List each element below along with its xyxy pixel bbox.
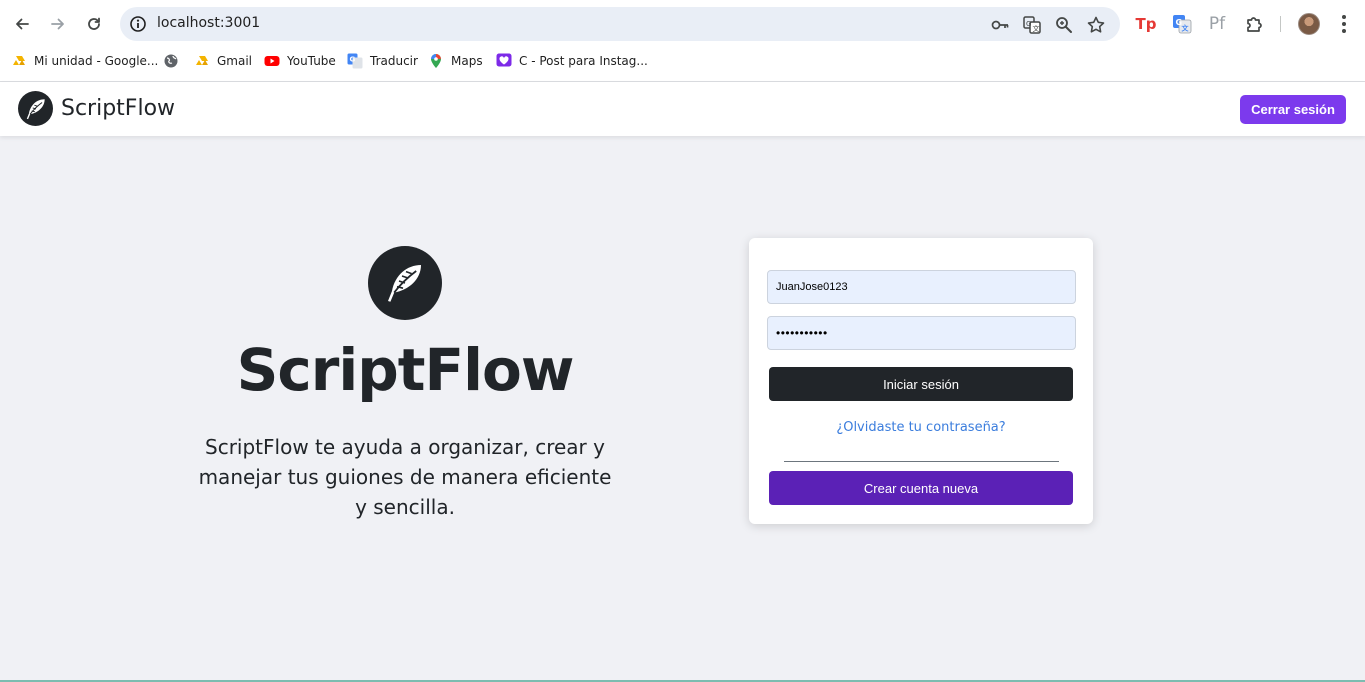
google-translate-icon: G: [347, 53, 363, 69]
svg-text:G: G: [1026, 20, 1031, 28]
tp-extension-icon[interactable]: Tp: [1134, 12, 1158, 36]
svg-text:文: 文: [1033, 24, 1040, 33]
feather-logo-icon: [18, 91, 53, 126]
bookmarks-bar: Mi unidad - Google... Gmail YouTube G Tr…: [0, 48, 1365, 74]
google-drive-icon: [11, 53, 27, 69]
bookmark-star-icon[interactable]: [1086, 15, 1106, 35]
browser-menu-button[interactable]: [1336, 12, 1352, 36]
bookmark-gmail[interactable]: Gmail: [194, 50, 252, 72]
browser-toolbar: localhost:3001 G文 Tp G文 Pf Mi unidad - G…: [0, 0, 1365, 82]
bookmark-youtube[interactable]: YouTube: [264, 50, 336, 72]
url-text[interactable]: localhost:3001: [157, 15, 260, 31]
arrow-right-icon: [51, 18, 64, 30]
pf-extension-icon[interactable]: Pf: [1205, 12, 1229, 36]
google-translate-extension-icon[interactable]: G文: [1170, 12, 1194, 36]
brand-name: ScriptFlow: [61, 96, 176, 121]
profile-avatar[interactable]: [1298, 13, 1320, 35]
forgot-password-link[interactable]: ¿Olvidaste tu contraseña?: [749, 420, 1093, 435]
arrow-left-icon: [16, 18, 29, 30]
reload-icon: [88, 17, 100, 30]
bookmark-traducir[interactable]: G Traducir: [347, 50, 418, 72]
bookmark-label: C - Post para Instag...: [519, 54, 648, 68]
back-button[interactable]: [9, 11, 35, 37]
youtube-icon: [264, 53, 280, 69]
password-input[interactable]: [767, 316, 1076, 350]
brand-link[interactable]: ScriptFlow: [18, 91, 175, 126]
google-maps-icon: [428, 53, 444, 69]
svg-text:文: 文: [1182, 24, 1190, 33]
bookmark-maps[interactable]: Maps: [428, 50, 483, 72]
bookmark-mi-unidad[interactable]: Mi unidad - Google...: [11, 50, 158, 72]
hero-title: ScriptFlow: [236, 336, 575, 404]
site-info-icon[interactable]: [129, 15, 147, 37]
bookmark-label: Mi unidad - Google...: [34, 54, 159, 68]
bookmark-canva-post[interactable]: C - Post para Instag...: [496, 50, 648, 72]
login-card: Iniciar sesión ¿Olvidaste tu contraseña?…: [749, 238, 1093, 524]
create-account-button[interactable]: Crear cuenta nueva: [769, 471, 1073, 505]
zoom-icon[interactable]: [1054, 15, 1074, 35]
password-key-icon[interactable]: [990, 15, 1010, 35]
login-button[interactable]: Iniciar sesión: [769, 367, 1073, 401]
toolbar-separator: [1280, 16, 1281, 32]
forward-button[interactable]: [45, 11, 71, 37]
extensions-puzzle-icon[interactable]: [1242, 12, 1266, 36]
divider: [784, 461, 1059, 462]
bookmark-label: Maps: [451, 54, 483, 68]
hero-description: ScriptFlow te ayuda a organizar, crear y…: [198, 435, 612, 519]
bookmark-label: YouTube: [287, 54, 336, 68]
app-navbar: ScriptFlow Cerrar sesión: [0, 82, 1365, 136]
svg-text:G: G: [350, 56, 356, 64]
globe-icon: [163, 53, 179, 69]
bookmark-globe[interactable]: [163, 50, 179, 72]
username-input[interactable]: [767, 270, 1076, 304]
logout-button[interactable]: Cerrar sesión: [1240, 95, 1346, 124]
reload-button[interactable]: [81, 11, 107, 37]
translate-page-icon[interactable]: G文: [1022, 15, 1042, 35]
address-bar[interactable]: localhost:3001 G文: [120, 7, 1120, 41]
bookmark-label: Gmail: [217, 54, 253, 68]
gmail-icon: [194, 53, 210, 69]
hero-feather-icon: [368, 246, 442, 320]
canva-heart-icon: [496, 53, 512, 69]
bookmark-label: Traducir: [370, 54, 418, 68]
